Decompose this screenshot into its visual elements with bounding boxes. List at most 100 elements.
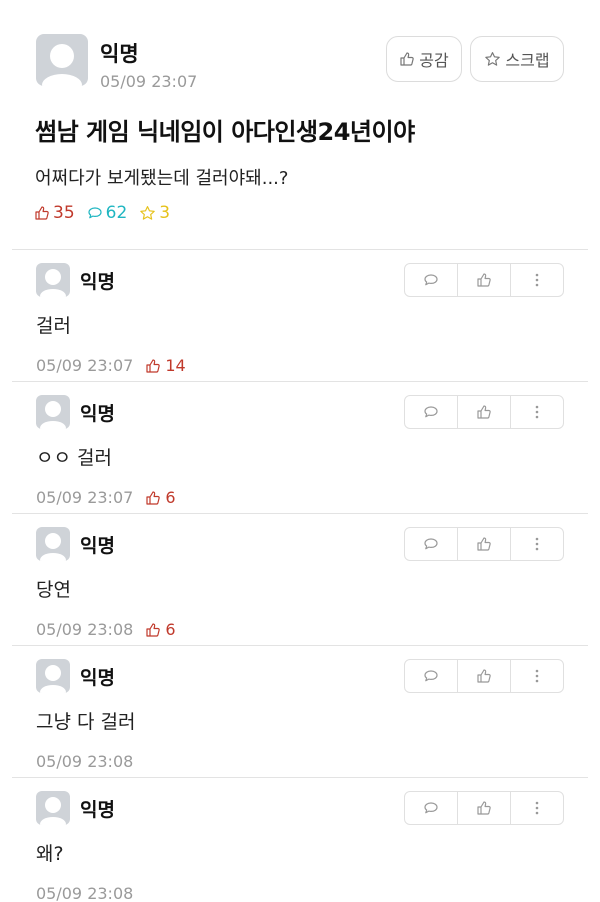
comment-like-value: 6 (165, 620, 176, 639)
scrap-count: 3 (139, 203, 170, 223)
more-button[interactable] (511, 528, 563, 560)
avatar (36, 263, 70, 297)
thumbs-up-icon (477, 801, 491, 815)
star-icon (140, 205, 156, 220)
comment-time: 05/09 23:08 (36, 884, 134, 902)
comment-like-value: 14 (165, 356, 186, 375)
reply-button[interactable] (405, 264, 458, 296)
avatar (36, 527, 70, 561)
comment-actions (404, 791, 564, 825)
post-header: 익명 05/09 23:07 공감 스크랩 (36, 34, 566, 94)
comment-item: 익명 걸러 05/09 23:07 14 (36, 263, 564, 391)
comment-author: 익명 (80, 667, 115, 689)
comment-like-count: 14 (145, 356, 186, 375)
thumbs-up-icon (146, 490, 161, 505)
comment-time: 05/09 23:07 (36, 488, 134, 507)
scrap-button[interactable]: 스크랩 (470, 36, 564, 82)
thumbs-up-icon (146, 622, 161, 637)
comment-author: 익명 (80, 799, 115, 821)
comment-like-value: 6 (165, 488, 176, 507)
comment-count: 62 (87, 203, 128, 223)
like-count: 35 (34, 203, 75, 223)
star-icon (485, 51, 501, 66)
comment-time: 05/09 23:08 (36, 620, 134, 639)
more-vertical-icon (535, 537, 539, 551)
divider (12, 381, 588, 382)
comment-text: 그냥 다 걸러 (36, 711, 136, 733)
comment-item: 익명 그냥 다 걸러 05/09 23:08 (36, 659, 564, 787)
comment-text: 왜? (36, 843, 64, 865)
divider (12, 645, 588, 646)
comment-actions (404, 527, 564, 561)
comment-like-button[interactable] (458, 660, 511, 692)
reply-button[interactable] (405, 660, 458, 692)
like-button[interactable]: 공감 (386, 36, 462, 82)
comment-time: 05/09 23:07 (36, 356, 134, 375)
comment-author: 익명 (80, 535, 115, 557)
comment-item: 익명 당연 05/09 23:08 6 (36, 527, 564, 655)
thumbs-up-icon (35, 206, 49, 220)
comment-meta: 05/09 23:08 (36, 884, 133, 902)
like-button-label: 공감 (419, 51, 449, 70)
comment-like-count: 6 (145, 620, 176, 639)
thumbs-up-icon (477, 669, 491, 683)
thumbs-up-icon (477, 273, 491, 287)
avatar (36, 659, 70, 693)
more-button[interactable] (511, 792, 563, 824)
thumbs-up-icon (146, 358, 161, 373)
avatar (36, 791, 70, 825)
more-vertical-icon (535, 801, 539, 815)
divider (12, 249, 588, 250)
comment-like-button[interactable] (458, 792, 511, 824)
more-button[interactable] (511, 396, 563, 428)
comment-text: 걸러 (36, 315, 71, 337)
post-title: 썸남 게임 닉네임이 아다인생24년이야 (35, 118, 415, 146)
comment-actions (404, 263, 564, 297)
divider (12, 513, 588, 514)
comment-like-count: 6 (145, 488, 176, 507)
comment-meta: 05/09 23:08 6 (36, 620, 176, 639)
speech-bubble-icon (424, 802, 438, 814)
more-vertical-icon (535, 405, 539, 419)
comment-meta: 05/09 23:08 (36, 752, 133, 771)
comment-actions (404, 395, 564, 429)
speech-bubble-icon (424, 406, 438, 418)
scrap-count-value: 3 (159, 203, 171, 223)
like-count-value: 35 (53, 203, 75, 223)
post-stats: 35 62 3 (34, 203, 182, 223)
avatar (36, 34, 88, 86)
post-time: 05/09 23:07 (100, 72, 198, 91)
post-body: 어쩌다가 보게됐는데 걸러야돼...? (35, 168, 289, 189)
comment-text: 당연 (36, 579, 71, 601)
thumbs-up-icon (477, 537, 491, 551)
reply-button[interactable] (405, 396, 458, 428)
divider (12, 777, 588, 778)
comment-like-button[interactable] (458, 264, 511, 296)
comment-time: 05/09 23:08 (36, 752, 134, 771)
more-vertical-icon (535, 273, 539, 287)
speech-bubble-icon (424, 670, 438, 682)
comment-author: 익명 (80, 403, 115, 425)
more-button[interactable] (511, 660, 563, 692)
comment-actions (404, 659, 564, 693)
avatar (36, 395, 70, 429)
comment-item: 익명 ㅇㅇ 걸러 05/09 23:07 6 (36, 395, 564, 523)
speech-bubble-icon (424, 274, 438, 286)
speech-bubble-icon (88, 207, 102, 219)
thumbs-up-icon (400, 52, 415, 66)
thumbs-up-icon (477, 405, 491, 419)
comment-like-button[interactable] (458, 528, 511, 560)
more-vertical-icon (535, 669, 539, 683)
comment-meta: 05/09 23:07 14 (36, 356, 186, 375)
more-button[interactable] (511, 264, 563, 296)
scrap-button-label: 스크랩 (505, 51, 550, 70)
reply-button[interactable] (405, 792, 458, 824)
comment-like-button[interactable] (458, 396, 511, 428)
comment-meta: 05/09 23:07 6 (36, 488, 176, 507)
comment-author: 익명 (80, 271, 115, 293)
reply-button[interactable] (405, 528, 458, 560)
speech-bubble-icon (424, 538, 438, 550)
comment-item: 익명 왜? 05/09 23:08 (36, 791, 564, 902)
comment-text: ㅇㅇ 걸러 (36, 447, 112, 469)
comment-count-value: 62 (105, 203, 128, 223)
